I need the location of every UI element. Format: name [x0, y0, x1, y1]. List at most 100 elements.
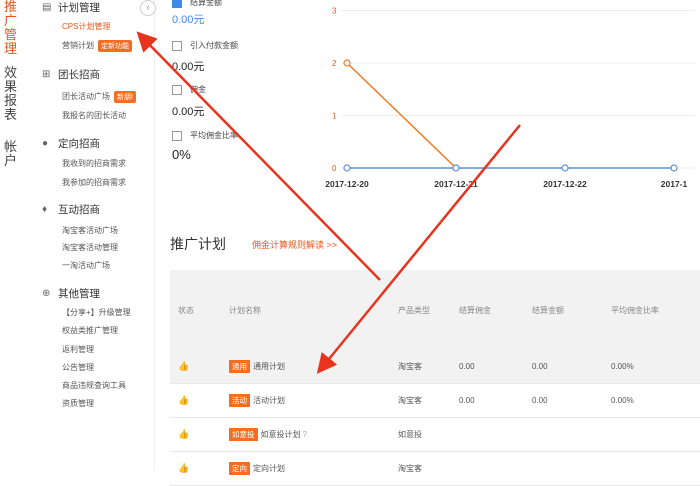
item-label: 营销计划 [62, 41, 94, 50]
metric-commission-toggle[interactable]: 佣金 [172, 84, 206, 95]
plan-name-cell[interactable]: 通用 通用计划 [221, 350, 390, 384]
commission-cell: 0.00 [451, 383, 524, 418]
sidebar-section-interactive-recruit[interactable]: ♦ 互动招商 [42, 202, 100, 217]
sidebar-item-taobaoke-manage[interactable]: 淘宝客活动管理 [62, 242, 118, 253]
metric-label: 引入付款金额 [190, 41, 238, 50]
rate-cell: 0.00% [603, 350, 700, 384]
status-cell: 👍 [170, 451, 221, 486]
plan-tag: 定向 [229, 462, 250, 475]
sidebar-section-leader-recruit[interactable]: ⊞ 团长招商 [42, 67, 100, 82]
amount-cell [524, 417, 603, 452]
nav-account[interactable]: 帐户 [4, 140, 18, 168]
sidebar-section-targeted-recruit[interactable]: ● 定向招商 [42, 136, 100, 151]
plan-name-cell[interactable]: 定向 定向计划 [221, 451, 390, 486]
plan-name: 通用计划 [253, 362, 285, 371]
thumb-icon: 👍 [178, 395, 190, 405]
y-tick-label: 2 [332, 59, 337, 68]
data-point[interactable] [343, 164, 351, 172]
plan-tag: 活动 [229, 394, 250, 407]
metric-payment-amount-value: 0.00元 [172, 61, 205, 73]
column-header-type: 产品类型 [390, 270, 451, 350]
nav-effect-report[interactable]: 效果报表 [4, 66, 18, 122]
sidebar-item-marketing-plan[interactable]: 营销计划 定新功能 [62, 40, 132, 52]
sidebar-item-rights-promo[interactable]: 权益类推广管理 [62, 325, 118, 336]
sidebar-item-rebate[interactable]: 返利管理 [62, 344, 94, 355]
metric-label: 结算金额 [190, 0, 222, 7]
sidebar-item-yitao-square[interactable]: 一淘活动广场 [62, 260, 110, 271]
data-point[interactable] [343, 59, 351, 67]
column-header-name: 计划名称 [221, 270, 390, 350]
metric-payment-amount-toggle[interactable]: 引入付款金额 [172, 40, 238, 51]
table-row[interactable]: 👍 通用 通用计划 淘宝客 0.00 0.00 0.00% [170, 350, 700, 384]
sidebar: ▤ 计划管理 CPS计划管理 营销计划 定新功能 ⊞ 团长招商 团长活动广场 新朋!… [24, 0, 155, 470]
sidebar-item-leader-square[interactable]: 团长活动广场 新朋! [62, 91, 136, 103]
plan-name-cell[interactable]: 活动 活动计划 [221, 383, 390, 418]
section-title: 其他管理 [58, 288, 100, 300]
sidebar-item-received-needs[interactable]: 我收到的招商需求 [62, 158, 126, 169]
checkbox[interactable] [172, 84, 182, 95]
location-pin-icon: ● [42, 137, 49, 149]
sidebar-item-qualification[interactable]: 资质管理 [62, 398, 94, 409]
sidebar-item-violation-tool[interactable]: 商品违规查询工具 [62, 380, 126, 391]
metric-settle-amount-value: 0.00元 [172, 14, 205, 26]
sidebar-section-other-manage[interactable]: ⊕ 其他管理 [42, 286, 100, 301]
item-label: 团长活动广场 [62, 92, 110, 101]
new-feature-badge: 定新功能 [98, 40, 132, 52]
sidebar-item-notice[interactable]: 公告管理 [62, 362, 94, 373]
commission-rule-link[interactable]: 佣金计算规则解读 >> [252, 238, 337, 251]
rate-cell: 0.00% [603, 383, 700, 418]
table-row[interactable]: 👍 如意投 如意投计划? 如意投 [170, 417, 700, 452]
checkbox[interactable] [172, 0, 182, 8]
data-point[interactable] [670, 164, 678, 172]
table-row[interactable]: 👍 活动 活动计划 淘宝客 0.00 0.00 0.00% [170, 383, 700, 418]
page-title: 推广计划 [170, 236, 226, 252]
plus-circle-icon: ⊕ [42, 287, 51, 299]
plan-name: 定向计划 [253, 464, 285, 473]
chart-background [320, 0, 700, 200]
nav-promotion-management[interactable]: 推广管理 [4, 0, 18, 56]
type-cell: 淘宝客 [390, 350, 451, 384]
section-title: 定向招商 [58, 138, 100, 150]
checkbox[interactable] [172, 40, 182, 51]
table-row[interactable]: 👍 定向 定向计划 淘宝客 [170, 451, 700, 486]
y-tick-label: 1 [332, 112, 337, 121]
column-header-status: 状态 [170, 270, 221, 350]
sidebar-collapse-button[interactable]: ‹ [140, 0, 156, 16]
type-cell: 如意投 [390, 417, 451, 452]
plan-name-cell[interactable]: 如意投 如意投计划? [221, 417, 390, 452]
status-cell: 👍 [170, 350, 221, 384]
column-header-amount[interactable]: 结算金额 [524, 270, 603, 350]
metric-avg-rate-value: 0% [172, 147, 191, 162]
sidebar-item-share-upgrade[interactable]: 【分享+】升级管理 [62, 307, 131, 318]
plan-name: 如意投计划 [260, 430, 301, 439]
sidebar-item-cps-plan[interactable]: CPS计划管理 [62, 21, 110, 32]
sidebar-item-joined-needs[interactable]: 我参加的招商需求 [62, 177, 126, 188]
sidebar-section-plan-management[interactable]: ▤ 计划管理 [42, 0, 100, 15]
new-badge: 新朋! [114, 91, 136, 103]
column-header-commission[interactable]: 结算佣金 [451, 270, 524, 350]
amount-cell [524, 451, 603, 486]
y-tick-label: 0 [332, 164, 337, 173]
help-icon[interactable]: ? [303, 430, 307, 439]
document-icon: ▤ [42, 1, 52, 13]
checkbox[interactable] [172, 130, 182, 141]
sidebar-item-taobaoke-square[interactable]: 淘宝客活动广场 [62, 225, 118, 236]
column-header-rate[interactable]: 平均佣金比率 [603, 270, 700, 350]
data-point[interactable] [561, 164, 569, 172]
metric-settle-amount-toggle[interactable]: 结算金额 [172, 0, 222, 8]
amount-cell: 0.00 [524, 383, 603, 418]
metric-label: 平均佣金比率 [190, 131, 238, 140]
rate-cell [603, 417, 700, 452]
sidebar-item-my-leader-activity[interactable]: 我报名的团长活动 [62, 110, 126, 121]
thumb-icon: 👍 [178, 361, 190, 371]
x-tick-label: 2017-12-20 [325, 179, 369, 189]
metric-commission-value: 0.00元 [172, 106, 205, 118]
thumb-icon: 👍 [178, 463, 190, 473]
metric-avg-rate-toggle[interactable]: 平均佣金比率 [172, 130, 238, 141]
commission-cell: 0.00 [451, 350, 524, 384]
grid-icon: ⊞ [42, 68, 51, 80]
data-point[interactable] [452, 164, 460, 172]
plan-table: 状态 计划名称 产品类型 结算佣金 结算金额 平均佣金比率 👍 通用 通用计划 淘… [170, 270, 700, 486]
plan-name: 活动计划 [253, 396, 285, 405]
y-tick-label: 3 [332, 7, 337, 16]
